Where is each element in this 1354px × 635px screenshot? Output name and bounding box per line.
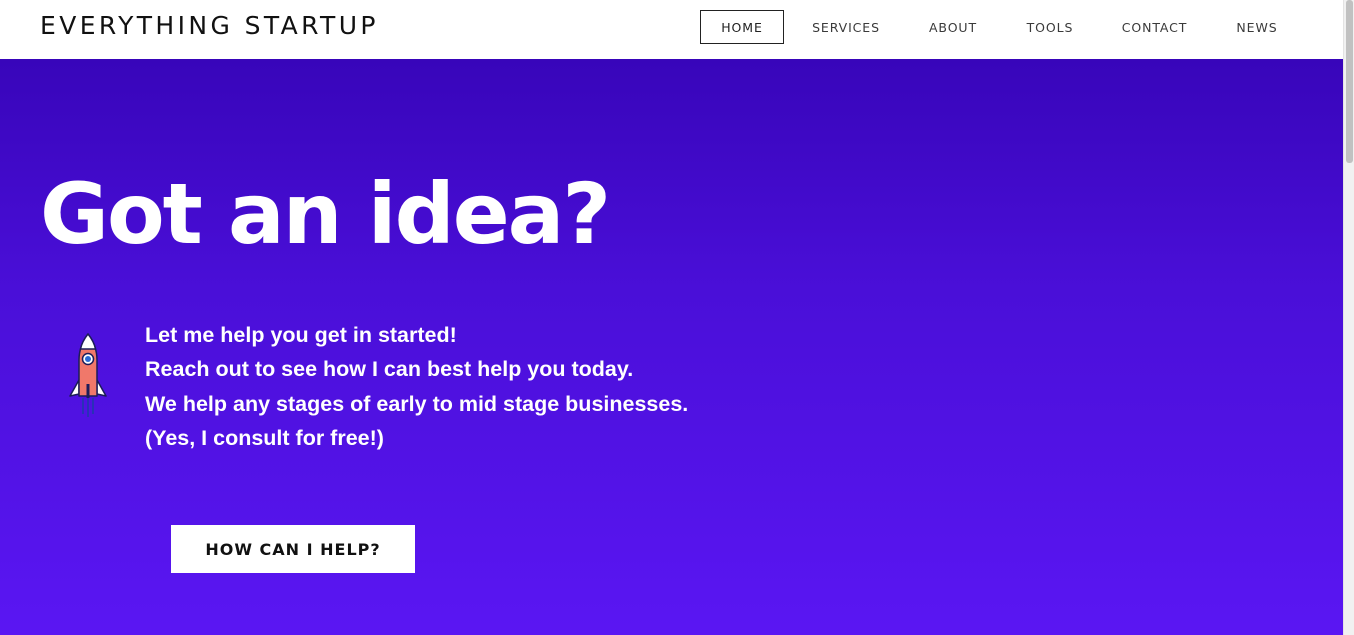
hero-line: (Yes, I consult for free!) bbox=[145, 425, 384, 450]
scrollbar-thumb[interactable] bbox=[1346, 0, 1353, 163]
page: EVERYTHING STARTUP HOME SERVICES ABOUT T… bbox=[0, 0, 1354, 635]
hero-line: We help any stages of early to mid stage… bbox=[145, 391, 689, 416]
rocket-icon bbox=[66, 332, 110, 418]
nav-item-home[interactable]: HOME bbox=[700, 10, 784, 44]
hero-title: Got an idea? bbox=[40, 165, 611, 263]
site-header: EVERYTHING STARTUP HOME SERVICES ABOUT T… bbox=[0, 0, 1343, 59]
how-can-i-help-button[interactable]: HOW CAN I HELP? bbox=[171, 525, 415, 573]
site-logo[interactable]: EVERYTHING STARTUP bbox=[40, 10, 379, 42]
hero-description: Let me help you get in started! Reach ou… bbox=[145, 318, 688, 455]
nav-item-tools[interactable]: TOOLS bbox=[998, 10, 1102, 44]
hero-section: Got an idea? Let me help you get in star… bbox=[0, 59, 1343, 635]
hero-line: Let me help you get in started! bbox=[145, 323, 457, 347]
main-nav: HOME SERVICES ABOUT TOOLS CONTACT NEWS bbox=[700, 10, 1307, 44]
nav-item-about[interactable]: ABOUT bbox=[908, 10, 998, 44]
page-scrollbar[interactable] bbox=[1343, 0, 1354, 635]
nav-item-contact[interactable]: CONTACT bbox=[1102, 10, 1207, 44]
hero-line: Reach out to see how I can best help you… bbox=[145, 357, 634, 382]
nav-item-services[interactable]: SERVICES bbox=[784, 10, 908, 44]
nav-item-news[interactable]: NEWS bbox=[1207, 10, 1307, 44]
